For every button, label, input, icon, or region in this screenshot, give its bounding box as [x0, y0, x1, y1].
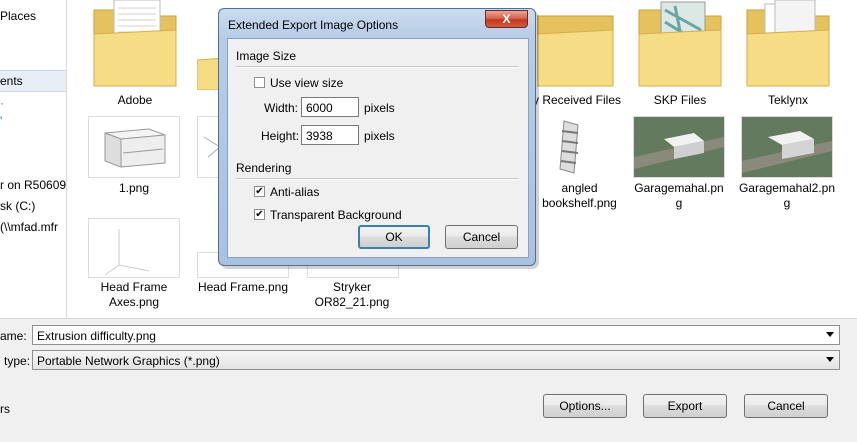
transparent-background-checkbox[interactable]: ✔: [254, 209, 265, 220]
export-options-dialog: Extended Export Image Options X Image Si…: [218, 8, 536, 266]
sidebar-item-network-share[interactable]: (\\mfad.mfr: [0, 220, 58, 234]
image-thumbnail[interactable]: [741, 116, 833, 178]
anti-alias-checkbox[interactable]: ✔: [254, 186, 265, 197]
save-options-area: ame: Extrusion difficulty.png type: Port…: [0, 318, 857, 442]
dialog-cancel-button[interactable]: Cancel: [445, 225, 518, 249]
folder-icon[interactable]: [635, 0, 725, 91]
hide-folders-label[interactable]: rs: [0, 402, 10, 416]
checkmark-icon: ✔: [255, 186, 264, 197]
sidebar-item-local-disk[interactable]: sk (C:): [0, 199, 35, 213]
image-thumbnail[interactable]: [88, 116, 180, 178]
height-input[interactable]: 3938: [301, 125, 359, 145]
height-label: Height:: [261, 129, 300, 143]
image-size-heading: Image Size: [236, 49, 297, 63]
folder-label[interactable]: Teklynx: [743, 93, 833, 108]
file-label[interactable]: angled bookshelf.png: [522, 181, 637, 211]
image-thumbnail[interactable]: [633, 116, 725, 178]
sidebar-marker: ': [0, 114, 3, 128]
width-unit-label: pixels: [364, 101, 395, 115]
folder-label[interactable]: Adobe: [90, 93, 180, 108]
folder-label[interactable]: SKP Files: [635, 93, 725, 108]
transparent-background-label[interactable]: Transparent Background: [270, 208, 402, 222]
folder-icon[interactable]: [536, 0, 617, 91]
divider: [236, 66, 519, 68]
sidebar-item-network-drive[interactable]: r on R506099: [0, 178, 66, 192]
file-label[interactable]: Head Frame.png: [193, 280, 293, 295]
file-label[interactable]: Garagemahal2.pn g: [735, 181, 839, 211]
sidebar-item-selected[interactable]: ents: [0, 70, 66, 92]
rendering-heading: Rendering: [236, 161, 292, 175]
image-thumbnail[interactable]: [88, 218, 180, 278]
width-input[interactable]: 6000: [301, 97, 359, 117]
navigation-pane: Places ents · ' r on R506099 sk (C:) (\\…: [0, 0, 67, 318]
cancel-button[interactable]: Cancel: [744, 394, 828, 418]
file-name-field[interactable]: Extrusion difficulty.png: [32, 325, 840, 345]
sidebar-item-places[interactable]: Places: [0, 9, 36, 23]
export-button[interactable]: Export: [643, 394, 727, 418]
checkmark-icon: ✔: [255, 209, 264, 220]
divider: [236, 178, 519, 180]
file-label[interactable]: Head Frame Axes.png: [88, 280, 180, 310]
sidebar-marker: ·: [0, 96, 4, 110]
folder-icon[interactable]: [90, 0, 180, 91]
chevron-down-icon[interactable]: [826, 357, 834, 362]
file-label[interactable]: Stryker OR82_21.png: [302, 280, 402, 310]
close-button[interactable]: X: [485, 10, 528, 28]
file-type-label: type:: [4, 354, 31, 368]
ok-button[interactable]: OK: [358, 225, 430, 249]
sidebar-item-label: ents: [0, 74, 23, 88]
image-thumbnail[interactable]: [537, 116, 629, 178]
width-label: Width:: [264, 101, 299, 115]
anti-alias-label[interactable]: Anti-alias: [270, 185, 319, 199]
chevron-down-icon[interactable]: [826, 332, 834, 337]
dialog-title: Extended Export Image Options: [228, 18, 399, 32]
use-view-size-label[interactable]: Use view size: [270, 76, 343, 90]
file-name-label: ame:: [0, 329, 27, 343]
folder-icon[interactable]: [743, 0, 833, 91]
options-button[interactable]: Options...: [543, 394, 627, 418]
file-label[interactable]: Garagemahal.pn g: [629, 181, 729, 211]
file-label[interactable]: 1.png: [88, 181, 180, 196]
close-icon: X: [502, 12, 511, 26]
dialog-body: Image Size Use view size Width: 6000 pix…: [227, 38, 529, 258]
height-unit-label: pixels: [364, 129, 395, 143]
file-type-select[interactable]: Portable Network Graphics (*.png): [32, 350, 840, 370]
use-view-size-checkbox[interactable]: [254, 77, 265, 88]
